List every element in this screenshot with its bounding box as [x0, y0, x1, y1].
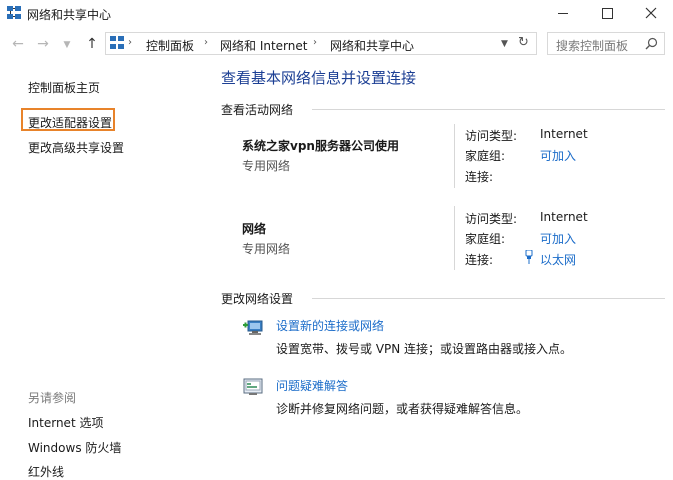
close-button[interactable] [629, 0, 673, 27]
change-adapter-settings-link[interactable]: 更改适配器设置 [28, 114, 112, 131]
see-also-heading: 另请参阅 [28, 391, 77, 405]
network-name: 系统之家vpn服务器公司使用 [242, 139, 399, 153]
access-type-label: 访问类型: [465, 129, 518, 143]
divider [454, 206, 455, 270]
infrared-link[interactable]: 红外线 [28, 463, 64, 480]
search-placeholder[interactable]: 搜索控制面板 [556, 37, 628, 54]
setup-new-connection-link[interactable]: 设置新的连接或网络 [276, 317, 384, 334]
search-icon[interactable] [645, 37, 658, 50]
minimize-button[interactable] [541, 0, 585, 27]
breadcrumb-separator[interactable]: › [204, 37, 208, 48]
divider [312, 298, 665, 299]
troubleshoot-link[interactable]: 问题疑难解答 [276, 377, 348, 394]
ethernet-connection-link[interactable]: 以太网 [540, 251, 576, 268]
change-settings-heading: 更改网络设置 [221, 292, 294, 306]
access-type-value: Internet [540, 210, 588, 224]
back-button[interactable]: ← [10, 36, 26, 52]
divider [312, 109, 665, 110]
active-networks-heading: 查看活动网络 [221, 103, 294, 117]
network-name: 网络 [242, 222, 267, 236]
left-panel: 控制面板主页 更改适配器设置 更改高级共享设置 另请参阅 Internet 选项… [0, 60, 200, 479]
maximize-icon [602, 8, 613, 19]
breadcrumb-network-sharing-center[interactable]: 网络和共享中心 [330, 37, 414, 54]
network-type[interactable]: 专用网络 [242, 240, 290, 257]
control-panel-home-link[interactable]: 控制面板主页 [28, 79, 100, 96]
navigation-bar: ← → ▼ ↑ › 控制面板 › 网络和 Internet › 网络和共享中心 … [0, 30, 673, 58]
network-center-icon [7, 6, 21, 20]
breadcrumb-separator[interactable]: › [128, 37, 132, 48]
ethernet-icon[interactable] [524, 250, 534, 264]
address-bar[interactable]: › 控制面板 › 网络和 Internet › 网络和共享中心 ▼ ↻ [105, 32, 537, 55]
new-connection-icon [243, 320, 263, 335]
breadcrumb-control-panel[interactable]: 控制面板 [146, 37, 194, 54]
search-box[interactable]: 搜索控制面板 [547, 32, 665, 55]
close-icon [645, 7, 657, 19]
page-title: 查看基本网络信息并设置连接 [221, 69, 417, 87]
homegroup-label: 家庭组: [465, 149, 506, 163]
change-advanced-sharing-link[interactable]: 更改高级共享设置 [28, 139, 124, 156]
breadcrumb-separator[interactable]: › [313, 37, 317, 48]
forward-button[interactable]: → [35, 36, 51, 52]
windows-firewall-link[interactable]: Windows 防火墙 [28, 439, 121, 456]
troubleshoot-desc: 诊断并修复网络问题，或者获得疑难解答信息。 [276, 402, 529, 416]
up-button[interactable]: ↑ [84, 36, 100, 52]
troubleshoot-icon [243, 378, 263, 395]
address-dropdown-icon[interactable]: ▼ [501, 39, 508, 49]
homegroup-join-link[interactable]: 可加入 [540, 230, 576, 247]
network-type[interactable]: 专用网络 [242, 157, 290, 174]
connection-label: 连接: [465, 253, 494, 267]
access-type-label: 访问类型: [465, 212, 518, 226]
minimize-icon [558, 13, 568, 14]
control-panel-icon [110, 36, 124, 50]
refresh-icon[interactable]: ↻ [518, 35, 529, 50]
homegroup-label: 家庭组: [465, 232, 506, 246]
setup-new-connection-desc: 设置宽带、拨号或 VPN 连接；或设置路由器或接入点。 [276, 342, 573, 356]
breadcrumb-network-internet[interactable]: 网络和 Internet [220, 37, 307, 54]
divider [454, 124, 455, 188]
maximize-button[interactable] [585, 0, 629, 27]
internet-options-link[interactable]: Internet 选项 [28, 414, 103, 431]
connection-label: 连接: [465, 170, 494, 184]
title-bar: 网络和共享中心 [0, 0, 673, 27]
homegroup-join-link[interactable]: 可加入 [540, 147, 576, 164]
recent-locations-button[interactable]: ▼ [59, 37, 75, 53]
access-type-value: Internet [540, 127, 588, 141]
window-title: 网络和共享中心 [27, 8, 112, 22]
